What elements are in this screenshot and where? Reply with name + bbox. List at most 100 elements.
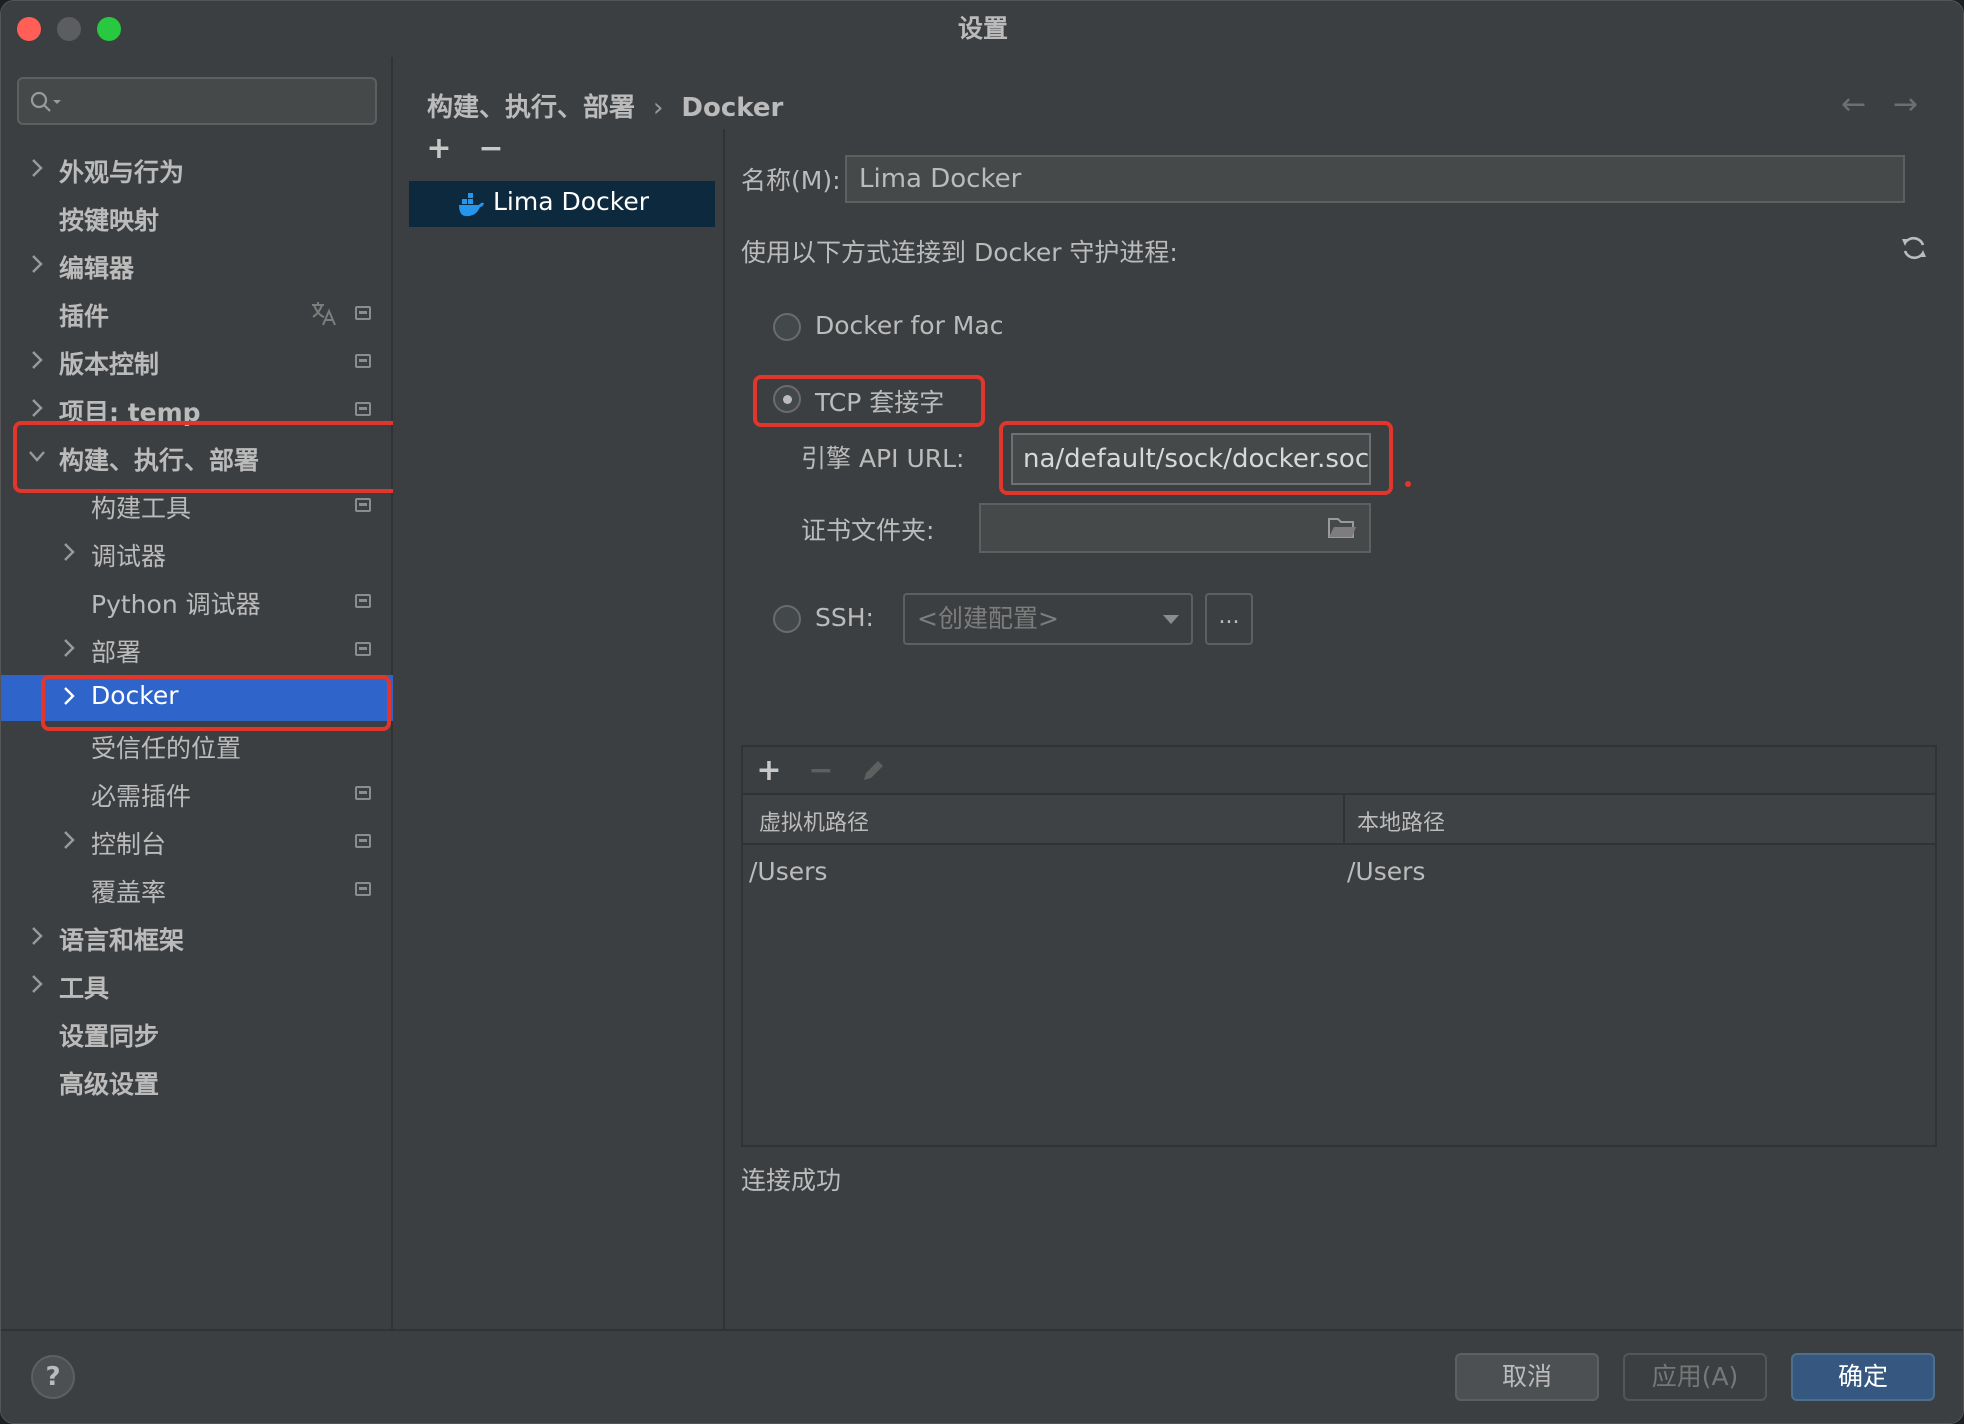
dialog-footer: ? 取消 应用(A) 确定	[1, 1329, 1963, 1423]
chevron-right-icon	[32, 975, 43, 993]
sidebar-item-label: 覆盖率	[91, 878, 167, 907]
project-level-icon	[355, 402, 371, 416]
column-header-local-path[interactable]: 本地路径	[1357, 805, 1445, 837]
sidebar-item-label: 必需插件	[91, 782, 192, 811]
add-config-button[interactable]: +	[419, 129, 459, 169]
chevron-right-icon	[32, 159, 43, 177]
sidebar-item-label: 插件	[59, 302, 110, 331]
project-level-icon	[355, 354, 371, 368]
remove-mapping-button[interactable]: −	[801, 751, 841, 791]
sidebar-item-debugger[interactable]: 调试器	[1, 531, 393, 577]
sidebar-item-build-tools[interactable]: 构建工具	[1, 483, 393, 529]
translate-icon	[312, 302, 336, 326]
table-toolbar: + −	[743, 747, 1935, 795]
forward-arrow-icon[interactable]: →	[1893, 87, 1918, 122]
back-arrow-icon[interactable]: ←	[1841, 87, 1866, 122]
settings-search-input[interactable]	[17, 77, 377, 125]
tcp-socket-label[interactable]: TCP 套接字	[815, 383, 944, 419]
docker-config-form: 名称(M): Lima Docker 使用以下方式连接到 Docker 守护进程…	[725, 129, 1963, 1329]
sidebar-item-label: 版本控制	[59, 350, 160, 379]
sidebar-item-label: 语言和框架	[59, 926, 185, 955]
project-level-icon	[355, 642, 371, 656]
sidebar-item-project[interactable]: 项目: temp	[1, 387, 393, 433]
sidebar-item-vcs[interactable]: 版本控制	[1, 339, 393, 385]
project-level-icon	[355, 882, 371, 896]
settings-window: 设置 外观与行为 按键映射 编辑器 插件 版本控制 项目: temp 构建、执行…	[0, 0, 1964, 1424]
sidebar-item-trusted-locations[interactable]: 受信任的位置	[1, 723, 393, 769]
list-item[interactable]: Lima Docker	[409, 181, 715, 227]
ok-button[interactable]: 确定	[1791, 1353, 1935, 1401]
chevron-right-icon	[32, 351, 43, 369]
sidebar-item-build-execution-deployment[interactable]: 构建、执行、部署	[1, 435, 393, 481]
path-mappings-table: + − 虚拟机路径 本地路径 /Users /Users	[741, 745, 1937, 1147]
sidebar-item-advanced-settings[interactable]: 高级设置	[1, 1059, 393, 1105]
edit-pencil-icon[interactable]	[859, 757, 887, 785]
sidebar-item-label: 控制台	[91, 830, 167, 859]
breadcrumb-parent[interactable]: 构建、执行、部署	[427, 93, 635, 123]
sidebar-item-plugins[interactable]: 插件	[1, 291, 393, 337]
help-button[interactable]: ?	[31, 1355, 75, 1399]
cancel-button[interactable]: 取消	[1455, 1353, 1599, 1401]
sidebar-item-label: 构建、执行、部署	[59, 446, 260, 475]
project-level-icon	[355, 498, 371, 512]
sidebar-item-label: 项目: temp	[59, 398, 201, 427]
name-field[interactable]: Lima Docker	[845, 155, 1905, 203]
docker-config-list: + − Lima Docker	[409, 129, 725, 1329]
sidebar-item-docker[interactable]: Docker	[1, 675, 393, 721]
sidebar-item-appearance[interactable]: 外观与行为	[1, 147, 393, 193]
column-divider[interactable]	[1343, 795, 1345, 843]
apply-button[interactable]: 应用(A)	[1623, 1353, 1767, 1401]
name-label: 名称(M):	[741, 166, 841, 195]
chevron-right-icon	[64, 543, 75, 561]
remove-config-button[interactable]: −	[471, 129, 511, 169]
sidebar-item-label: Docker	[91, 681, 179, 710]
sidebar-item-required-plugins[interactable]: 必需插件	[1, 771, 393, 817]
ssh-config-dropdown[interactable]: <创建配置>	[903, 593, 1193, 645]
chevron-down-icon	[1163, 615, 1179, 624]
sidebar-item-label: 部署	[91, 638, 142, 667]
sidebar-item-deployment[interactable]: 部署	[1, 627, 393, 673]
tcp-socket-radio[interactable]	[773, 385, 801, 413]
sidebar-item-label: 调试器	[91, 542, 167, 571]
project-level-icon	[355, 594, 371, 608]
title-bar: 设置	[1, 1, 1963, 57]
chevron-right-icon	[64, 687, 75, 705]
connection-status: 连接成功	[741, 1166, 842, 1195]
sidebar-item-coverage[interactable]: 覆盖率	[1, 867, 393, 913]
ssh-label[interactable]: SSH:	[815, 603, 874, 632]
project-level-icon	[355, 306, 371, 320]
sidebar-item-python-debugger[interactable]: Python 调试器	[1, 579, 393, 625]
refresh-icon[interactable]	[1899, 233, 1929, 263]
project-level-icon	[355, 786, 371, 800]
column-header-vm-path[interactable]: 虚拟机路径	[759, 805, 869, 837]
docker-for-mac-radio[interactable]	[773, 313, 801, 341]
sidebar-item-editor[interactable]: 编辑器	[1, 243, 393, 289]
table-cell-vm-path: /Users	[749, 857, 828, 886]
docker-icon	[459, 193, 484, 217]
docker-for-mac-label[interactable]: Docker for Mac	[815, 311, 1003, 340]
api-url-label: 引擎 API URL:	[801, 444, 965, 473]
list-item-label: Lima Docker	[493, 187, 650, 216]
api-url-field[interactable]: na/default/sock/docker.sock	[1011, 433, 1371, 485]
sidebar-item-label: 受信任的位置	[91, 734, 242, 763]
ssh-radio[interactable]	[773, 605, 801, 633]
sidebar-item-label: 按键映射	[59, 206, 160, 235]
sidebar-item-label: 设置同步	[59, 1022, 160, 1051]
connect-method-label: 使用以下方式连接到 Docker 守护进程:	[741, 238, 1178, 267]
search-icon	[30, 91, 61, 112]
folder-icon[interactable]	[1327, 515, 1357, 541]
sidebar-item-label: 高级设置	[59, 1070, 160, 1099]
sidebar-item-settings-sync[interactable]: 设置同步	[1, 1011, 393, 1057]
sidebar-item-console[interactable]: 控制台	[1, 819, 393, 865]
cert-folder-label: 证书文件夹:	[801, 516, 935, 545]
chevron-right-icon	[32, 927, 43, 945]
cert-folder-field[interactable]	[979, 503, 1371, 553]
ssh-config-browse-button[interactable]: ...	[1205, 593, 1253, 645]
settings-sidebar: 外观与行为 按键映射 编辑器 插件 版本控制 项目: temp 构建、执行、部署…	[1, 57, 401, 1329]
ssh-config-placeholder: <创建配置>	[917, 604, 1059, 633]
sidebar-item-languages-frameworks[interactable]: 语言和框架	[1, 915, 393, 961]
add-mapping-button[interactable]: +	[749, 751, 789, 791]
list-toolbar: + −	[419, 129, 719, 173]
sidebar-item-keymap[interactable]: 按键映射	[1, 195, 393, 241]
sidebar-item-tools[interactable]: 工具	[1, 963, 393, 1009]
